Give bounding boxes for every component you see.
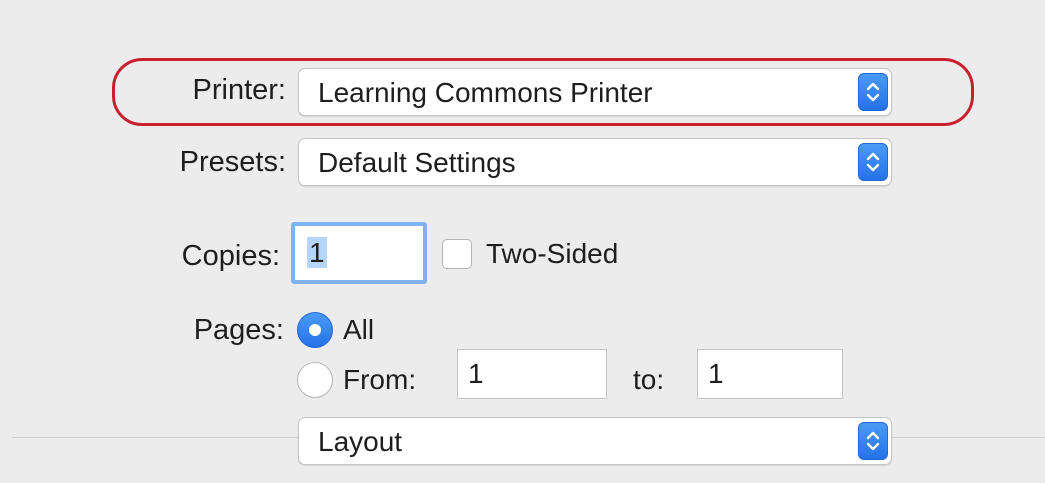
pages-all-radio[interactable] (297, 312, 333, 348)
two-sided-checkbox[interactable] (442, 239, 472, 269)
pages-from-input[interactable]: 1 (457, 349, 607, 399)
presets-label: Presets: (179, 146, 286, 178)
presets-select[interactable]: Default Settings (298, 138, 892, 186)
pages-from-radio[interactable] (297, 362, 333, 398)
printer-highlight-ring (112, 58, 974, 126)
copies-input-value: 1 (307, 237, 327, 268)
section-menu-select[interactable]: Layout (298, 417, 892, 465)
copies-input[interactable]: 1 (291, 222, 427, 284)
two-sided-label: Two-Sided (486, 238, 619, 269)
pages-from-label: From: (343, 364, 417, 395)
presets-select-value: Default Settings (318, 147, 516, 178)
pages-to-input[interactable]: 1 (697, 349, 843, 399)
pages-all-label: All (343, 314, 375, 345)
pages-to-label: to: (633, 364, 665, 395)
section-divider-left (12, 437, 298, 438)
section-menu-value: Layout (318, 426, 403, 457)
copies-label: Copies: (181, 240, 280, 272)
presets-select-chevron-icon (858, 143, 888, 181)
section-divider-right (892, 437, 1045, 438)
pages-label: Pages: (193, 314, 284, 346)
section-menu-chevron-icon (858, 422, 888, 460)
